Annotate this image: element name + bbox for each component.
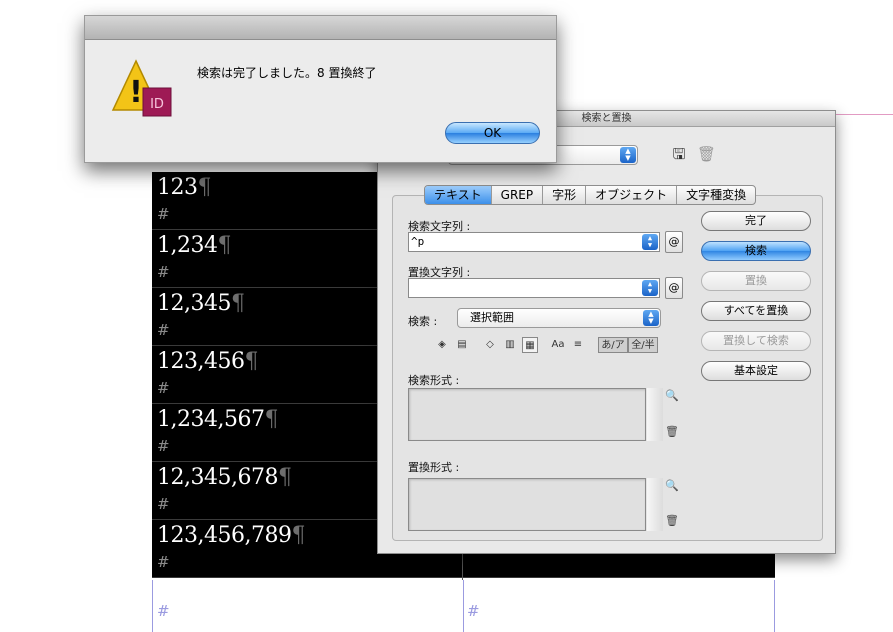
cell-end-marker: # xyxy=(467,602,480,620)
find-format-box[interactable] xyxy=(408,388,646,441)
done-button[interactable]: 完了 xyxy=(701,211,811,231)
change-format-box[interactable] xyxy=(408,478,646,531)
include-locked-layers-icon[interactable]: ◈ xyxy=(434,337,450,353)
empty-table-row: # # xyxy=(152,580,775,632)
cell-number: 12,345,678¶ xyxy=(157,465,292,490)
app-badge-label: ID xyxy=(150,97,164,112)
cell-number: 1,234,567¶ xyxy=(157,407,278,432)
svg-text:!: ! xyxy=(129,75,143,110)
specify-change-format-icon[interactable]: 🔍 xyxy=(665,479,679,493)
cell-end-marker: # xyxy=(157,263,170,281)
cell-number: 123,456¶ xyxy=(157,349,258,374)
fewer-options-button[interactable]: 基本設定 xyxy=(701,361,811,381)
search-scope-dropdown[interactable]: 選択範囲 ▲ ▼ xyxy=(457,308,661,328)
find-change-panel: 検索と置換 ▲ ▼ 🖫 🗑 テキスト GREP 字形 オブジェクト 文字種変換 検… xyxy=(377,110,836,554)
cell-number: 1,234¶ xyxy=(157,233,231,258)
case-sensitive-icon[interactable]: Aa xyxy=(550,337,566,353)
dropdown-arrows-icon: ▲ ▼ xyxy=(620,147,636,163)
alert-titlebar[interactable] xyxy=(85,16,556,40)
kana-sensitive-toggle[interactable]: あ/ア xyxy=(598,337,628,353)
dropdown-arrows-icon[interactable]: ▲ ▼ xyxy=(642,234,658,250)
tab-grep[interactable]: GREP xyxy=(492,186,544,204)
search-scope-label: 検索 : xyxy=(408,315,438,328)
column-guide xyxy=(463,580,464,632)
special-characters-button[interactable]: @ xyxy=(665,277,683,299)
specify-find-format-icon[interactable]: 🔍 xyxy=(665,389,679,403)
tab-bar: テキスト GREP 字形 オブジェクト 文字種変換 xyxy=(424,185,757,205)
format-strip xyxy=(647,478,663,531)
include-footnotes-icon[interactable]: ▦ xyxy=(522,337,538,353)
cell-end-marker: # xyxy=(157,205,170,223)
find-what-field[interactable]: ^p ▲ ▼ xyxy=(408,232,660,252)
save-query-icon[interactable]: 🖫 xyxy=(671,146,687,162)
tab-object[interactable]: オブジェクト xyxy=(586,186,678,204)
dropdown-arrows-icon[interactable]: ▲ ▼ xyxy=(642,280,658,296)
cell-number: 123,456,789¶ xyxy=(157,523,305,548)
change-to-field[interactable]: ▲ ▼ xyxy=(408,278,660,298)
special-characters-button[interactable]: @ xyxy=(665,231,683,253)
clear-find-format-icon[interactable]: 🗑 xyxy=(665,425,679,439)
change-format-label: 置換形式 : xyxy=(408,461,460,474)
whole-word-icon[interactable]: ≡ xyxy=(570,337,586,353)
search-options: ◈ ▤ ◇ ▥ ▦ Aa ≡ あ/ア 全/半 xyxy=(434,337,664,355)
cell-end-marker: # xyxy=(157,379,170,397)
include-locked-stories-icon[interactable]: ▤ xyxy=(454,337,470,353)
page-guide xyxy=(836,114,893,115)
find-format-label: 検索形式 : xyxy=(408,374,460,387)
cell-end-marker: # xyxy=(157,437,170,455)
include-hidden-layers-icon[interactable]: ◇ xyxy=(482,337,498,353)
find-what-value: ^p xyxy=(411,235,425,248)
format-strip xyxy=(647,388,663,441)
cell-end-marker: # xyxy=(157,602,170,620)
cell-end-marker: # xyxy=(157,495,170,513)
tab-glyph[interactable]: 字形 xyxy=(543,186,587,204)
clear-change-format-icon[interactable]: 🗑 xyxy=(665,514,679,528)
warning-icon: ! ID xyxy=(111,59,172,117)
completion-alert: ! ID 検索は完了しました。8 置換終了 OK xyxy=(84,15,557,163)
dropdown-arrows-icon: ▲ ▼ xyxy=(643,310,659,326)
change-find-button[interactable]: 置換して検索 xyxy=(701,331,811,351)
width-sensitive-toggle[interactable]: 全/半 xyxy=(628,337,658,353)
tab-text[interactable]: テキスト xyxy=(425,186,492,204)
change-button[interactable]: 置換 xyxy=(701,271,811,291)
cell-end-marker: # xyxy=(157,553,170,571)
delete-query-icon[interactable]: 🗑 xyxy=(697,146,716,162)
cell-number: 123¶ xyxy=(157,175,211,200)
cell-end-marker: # xyxy=(157,321,170,339)
tab-transliterate[interactable]: 文字種変換 xyxy=(677,186,755,204)
include-master-pages-icon[interactable]: ▥ xyxy=(502,337,518,353)
cell-number: 12,345¶ xyxy=(157,291,245,316)
search-scope-value: 選択範囲 xyxy=(470,311,514,324)
find-button[interactable]: 検索 xyxy=(701,241,811,261)
change-all-button[interactable]: すべてを置換 xyxy=(701,301,811,321)
alert-message: 検索は完了しました。8 置換終了 xyxy=(197,66,377,80)
ok-button[interactable]: OK xyxy=(445,122,540,144)
